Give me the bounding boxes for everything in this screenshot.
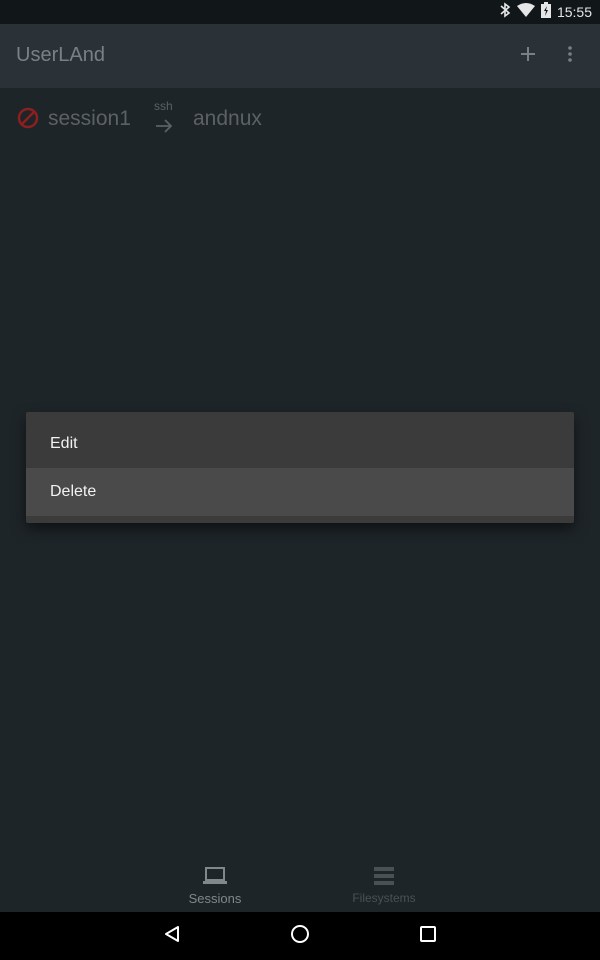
- menu-item-edit[interactable]: Edit: [26, 420, 574, 468]
- battery-icon: [540, 1, 551, 23]
- nav-label-sessions: Sessions: [188, 891, 242, 906]
- app-title: UserLAnd: [16, 44, 105, 66]
- context-menu: Edit Delete: [26, 412, 574, 523]
- nav-item-filesystems[interactable]: Filesystems: [324, 856, 444, 912]
- session-filesystem: andnux: [193, 107, 262, 130]
- blocked-icon: [17, 107, 39, 134]
- wifi-icon: [516, 2, 535, 22]
- recents-icon: [419, 925, 437, 948]
- bluetooth-icon: [499, 1, 511, 23]
- menu-item-delete[interactable]: Delete: [26, 468, 574, 516]
- overflow-menu-button[interactable]: [558, 42, 582, 70]
- more-vert-icon: [568, 45, 572, 67]
- session-list-item[interactable]: session1 ssh andnux: [0, 88, 600, 152]
- home-button[interactable]: [288, 924, 312, 948]
- back-button[interactable]: [160, 924, 184, 948]
- home-icon: [290, 924, 310, 949]
- arrow-right-icon: [154, 118, 174, 139]
- status-bar: 15:55: [0, 0, 600, 24]
- status-time: 15:55: [556, 4, 592, 20]
- status-icons: 15:55: [499, 0, 592, 24]
- session-protocol: ssh: [154, 99, 173, 113]
- session-name: session1: [48, 107, 131, 130]
- add-button[interactable]: [514, 42, 542, 70]
- app-bar: UserLAnd: [0, 24, 600, 88]
- nav-label-filesystems: Filesystems: [352, 891, 416, 905]
- recents-button[interactable]: [416, 924, 440, 948]
- bottom-navigation: Sessions Filesystems: [0, 856, 600, 912]
- nav-item-sessions[interactable]: Sessions: [155, 856, 275, 912]
- storage-icon: [373, 865, 395, 887]
- laptop-icon: [203, 865, 227, 887]
- add-icon: [520, 46, 536, 67]
- system-navigation-bar: [0, 912, 600, 960]
- back-icon: [163, 925, 181, 948]
